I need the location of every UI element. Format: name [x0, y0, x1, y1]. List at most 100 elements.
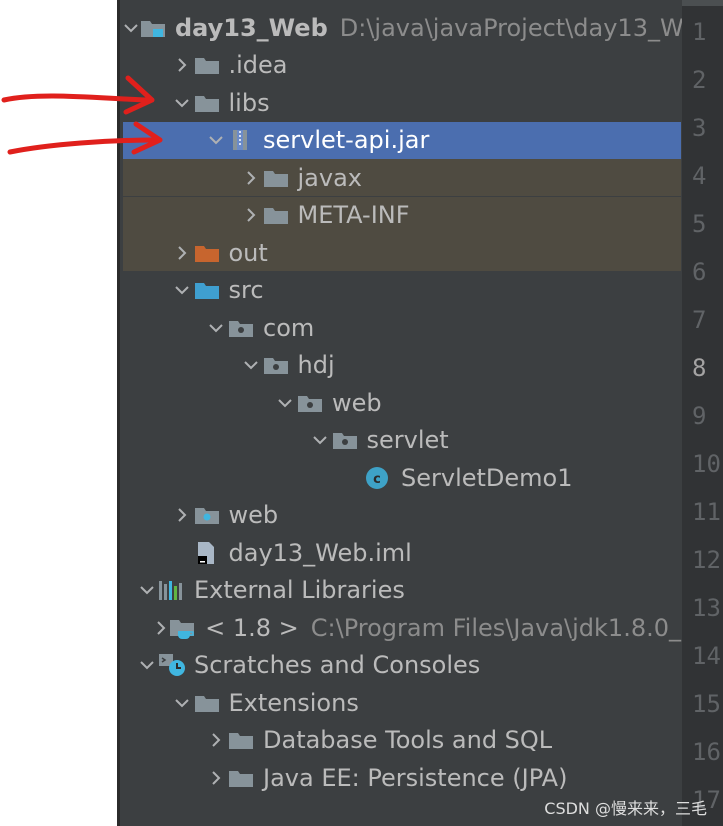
- line-number: 16: [692, 738, 721, 766]
- chevron-right-icon[interactable]: [240, 159, 262, 196]
- tree-row-label: ServletDemo1: [401, 463, 573, 492]
- gutter-top-strip: [682, 0, 723, 6]
- tree-row[interactable]: < 1.8 > C:\Program Files\Java\jdk1.8.0_: [123, 609, 681, 646]
- tree-row[interactable]: META-INF: [123, 196, 681, 234]
- tree-row[interactable]: javax: [123, 159, 681, 196]
- tree-row-label: javax: [297, 163, 363, 192]
- tree-row-label: web: [332, 388, 382, 417]
- tree-row[interactable]: src: [123, 272, 681, 309]
- tree-row[interactable]: day13_Web D:\java\javaProject\day13_W: [123, 9, 684, 46]
- tree-row-label: servlet: [366, 426, 449, 454]
- package-icon: [296, 384, 324, 421]
- tree-row[interactable]: day13_Web.iml: [123, 534, 681, 571]
- tree-row[interactable]: Extensions: [123, 684, 681, 721]
- chevron-right-icon[interactable]: [205, 759, 227, 796]
- line-number: 15: [692, 690, 721, 718]
- java-class-icon: c: [365, 459, 393, 496]
- tree-row-label: day13_Web: [175, 13, 328, 42]
- chevron-down-icon[interactable]: [240, 347, 262, 384]
- folder-icon: [193, 684, 221, 721]
- editor-gutter: 1 2 3 4 5 6 7 8 9 10 11 12 13 14 15 16 17: [682, 0, 723, 826]
- tree-row-label: Database Tools and SQL: [263, 726, 553, 754]
- tree-row[interactable]: .idea: [123, 47, 681, 84]
- line-number: 1: [692, 18, 707, 46]
- tree-row[interactable]: c ServletDemo1: [123, 459, 681, 496]
- tree-row-label: web: [228, 501, 279, 529]
- line-number: 14: [692, 642, 721, 670]
- chevron-down-icon[interactable]: [205, 309, 227, 346]
- svg-text:c: c: [373, 472, 381, 487]
- tree-row-label: META-INF: [297, 201, 410, 229]
- tree-row-label: Extensions: [228, 688, 359, 717]
- module-folder-icon: [139, 9, 167, 46]
- folder-icon: [227, 759, 255, 796]
- chevron-right-icon[interactable]: [240, 197, 262, 234]
- iml-file-icon: [193, 534, 221, 571]
- tree-row-path: C:\Program Files\Java\jdk1.8.0_: [310, 613, 681, 642]
- chevron-right-icon[interactable]: [171, 234, 193, 271]
- folder-icon: [262, 159, 290, 196]
- chevron-down-icon[interactable]: [136, 647, 158, 684]
- tree-row-path: D:\java\javaProject\day13_W: [339, 13, 684, 42]
- chevron-right-icon[interactable]: [153, 609, 169, 646]
- tree-row[interactable]: web: [123, 384, 681, 421]
- watermark: CSDN @慢来来，三毛: [544, 799, 707, 818]
- package-icon: [262, 347, 290, 384]
- line-number: 3: [692, 114, 707, 142]
- chevron-right-icon[interactable]: [205, 722, 227, 759]
- line-number: 13: [692, 594, 721, 622]
- tree-row[interactable]: servlet: [123, 422, 681, 459]
- package-icon: [227, 309, 255, 346]
- line-number: 10: [692, 450, 721, 478]
- tree-row[interactable]: External Libraries: [123, 572, 681, 609]
- chevron-down-icon[interactable]: [309, 422, 331, 459]
- tree-row-label: .idea: [228, 51, 288, 79]
- folder-icon: [262, 197, 290, 234]
- line-number: 2: [692, 66, 707, 94]
- tree-row-label: hdj: [297, 351, 335, 379]
- chevron-down-icon[interactable]: [171, 684, 193, 721]
- tree-row-label: servlet-api.jar: [263, 126, 430, 154]
- line-number: 5: [692, 210, 707, 238]
- chevron-down-icon[interactable]: [171, 84, 193, 121]
- tree-row[interactable]: Database Tools and SQL: [123, 722, 681, 759]
- jdk-icon: [169, 609, 197, 646]
- libraries-icon: [158, 572, 186, 609]
- orange-folder-icon: [193, 234, 221, 271]
- tree-row-label: < 1.8 >: [205, 613, 299, 642]
- tree-row-label: src: [228, 276, 264, 304]
- chevron-down-icon[interactable]: [123, 9, 139, 46]
- tree-row-label: Java EE: Persistence (JPA): [263, 763, 568, 792]
- web-folder-icon: [193, 497, 221, 534]
- chevron-down-icon[interactable]: [171, 272, 193, 309]
- line-number: 7: [692, 306, 707, 334]
- tree-row[interactable]: web: [123, 497, 681, 534]
- tree-row[interactable]: hdj: [123, 347, 681, 384]
- tree-row-label: External Libraries: [194, 576, 405, 604]
- panel-border: [117, 0, 120, 826]
- chevron-down-icon[interactable]: [205, 122, 227, 159]
- tree-row[interactable]: libs: [123, 84, 681, 121]
- tree-row[interactable]: servlet-api.jar: [123, 121, 681, 159]
- tree-row[interactable]: out: [123, 234, 681, 271]
- line-number: 6: [692, 258, 707, 286]
- tree-row-label: Scratches and Consoles: [194, 651, 481, 679]
- tree-row-label: libs: [228, 88, 270, 117]
- line-number: 9: [692, 402, 707, 430]
- tree-row[interactable]: com: [123, 309, 681, 346]
- tree-row[interactable]: Java EE: Persistence (JPA): [123, 759, 681, 796]
- chevron-right-icon[interactable]: [171, 47, 193, 84]
- line-number: 4: [692, 162, 707, 190]
- jar-icon: [227, 122, 255, 159]
- folder-icon: [193, 84, 221, 121]
- line-number: 12: [692, 546, 721, 574]
- chevron-down-icon[interactable]: [136, 572, 158, 609]
- left-margin: [0, 0, 117, 826]
- blue-folder-icon: [193, 272, 221, 309]
- scratches-icon: [158, 647, 186, 684]
- chevron-right-icon[interactable]: [171, 497, 193, 534]
- tree-row[interactable]: Scratches and Consoles: [123, 647, 681, 684]
- chevron-down-icon[interactable]: [274, 384, 296, 421]
